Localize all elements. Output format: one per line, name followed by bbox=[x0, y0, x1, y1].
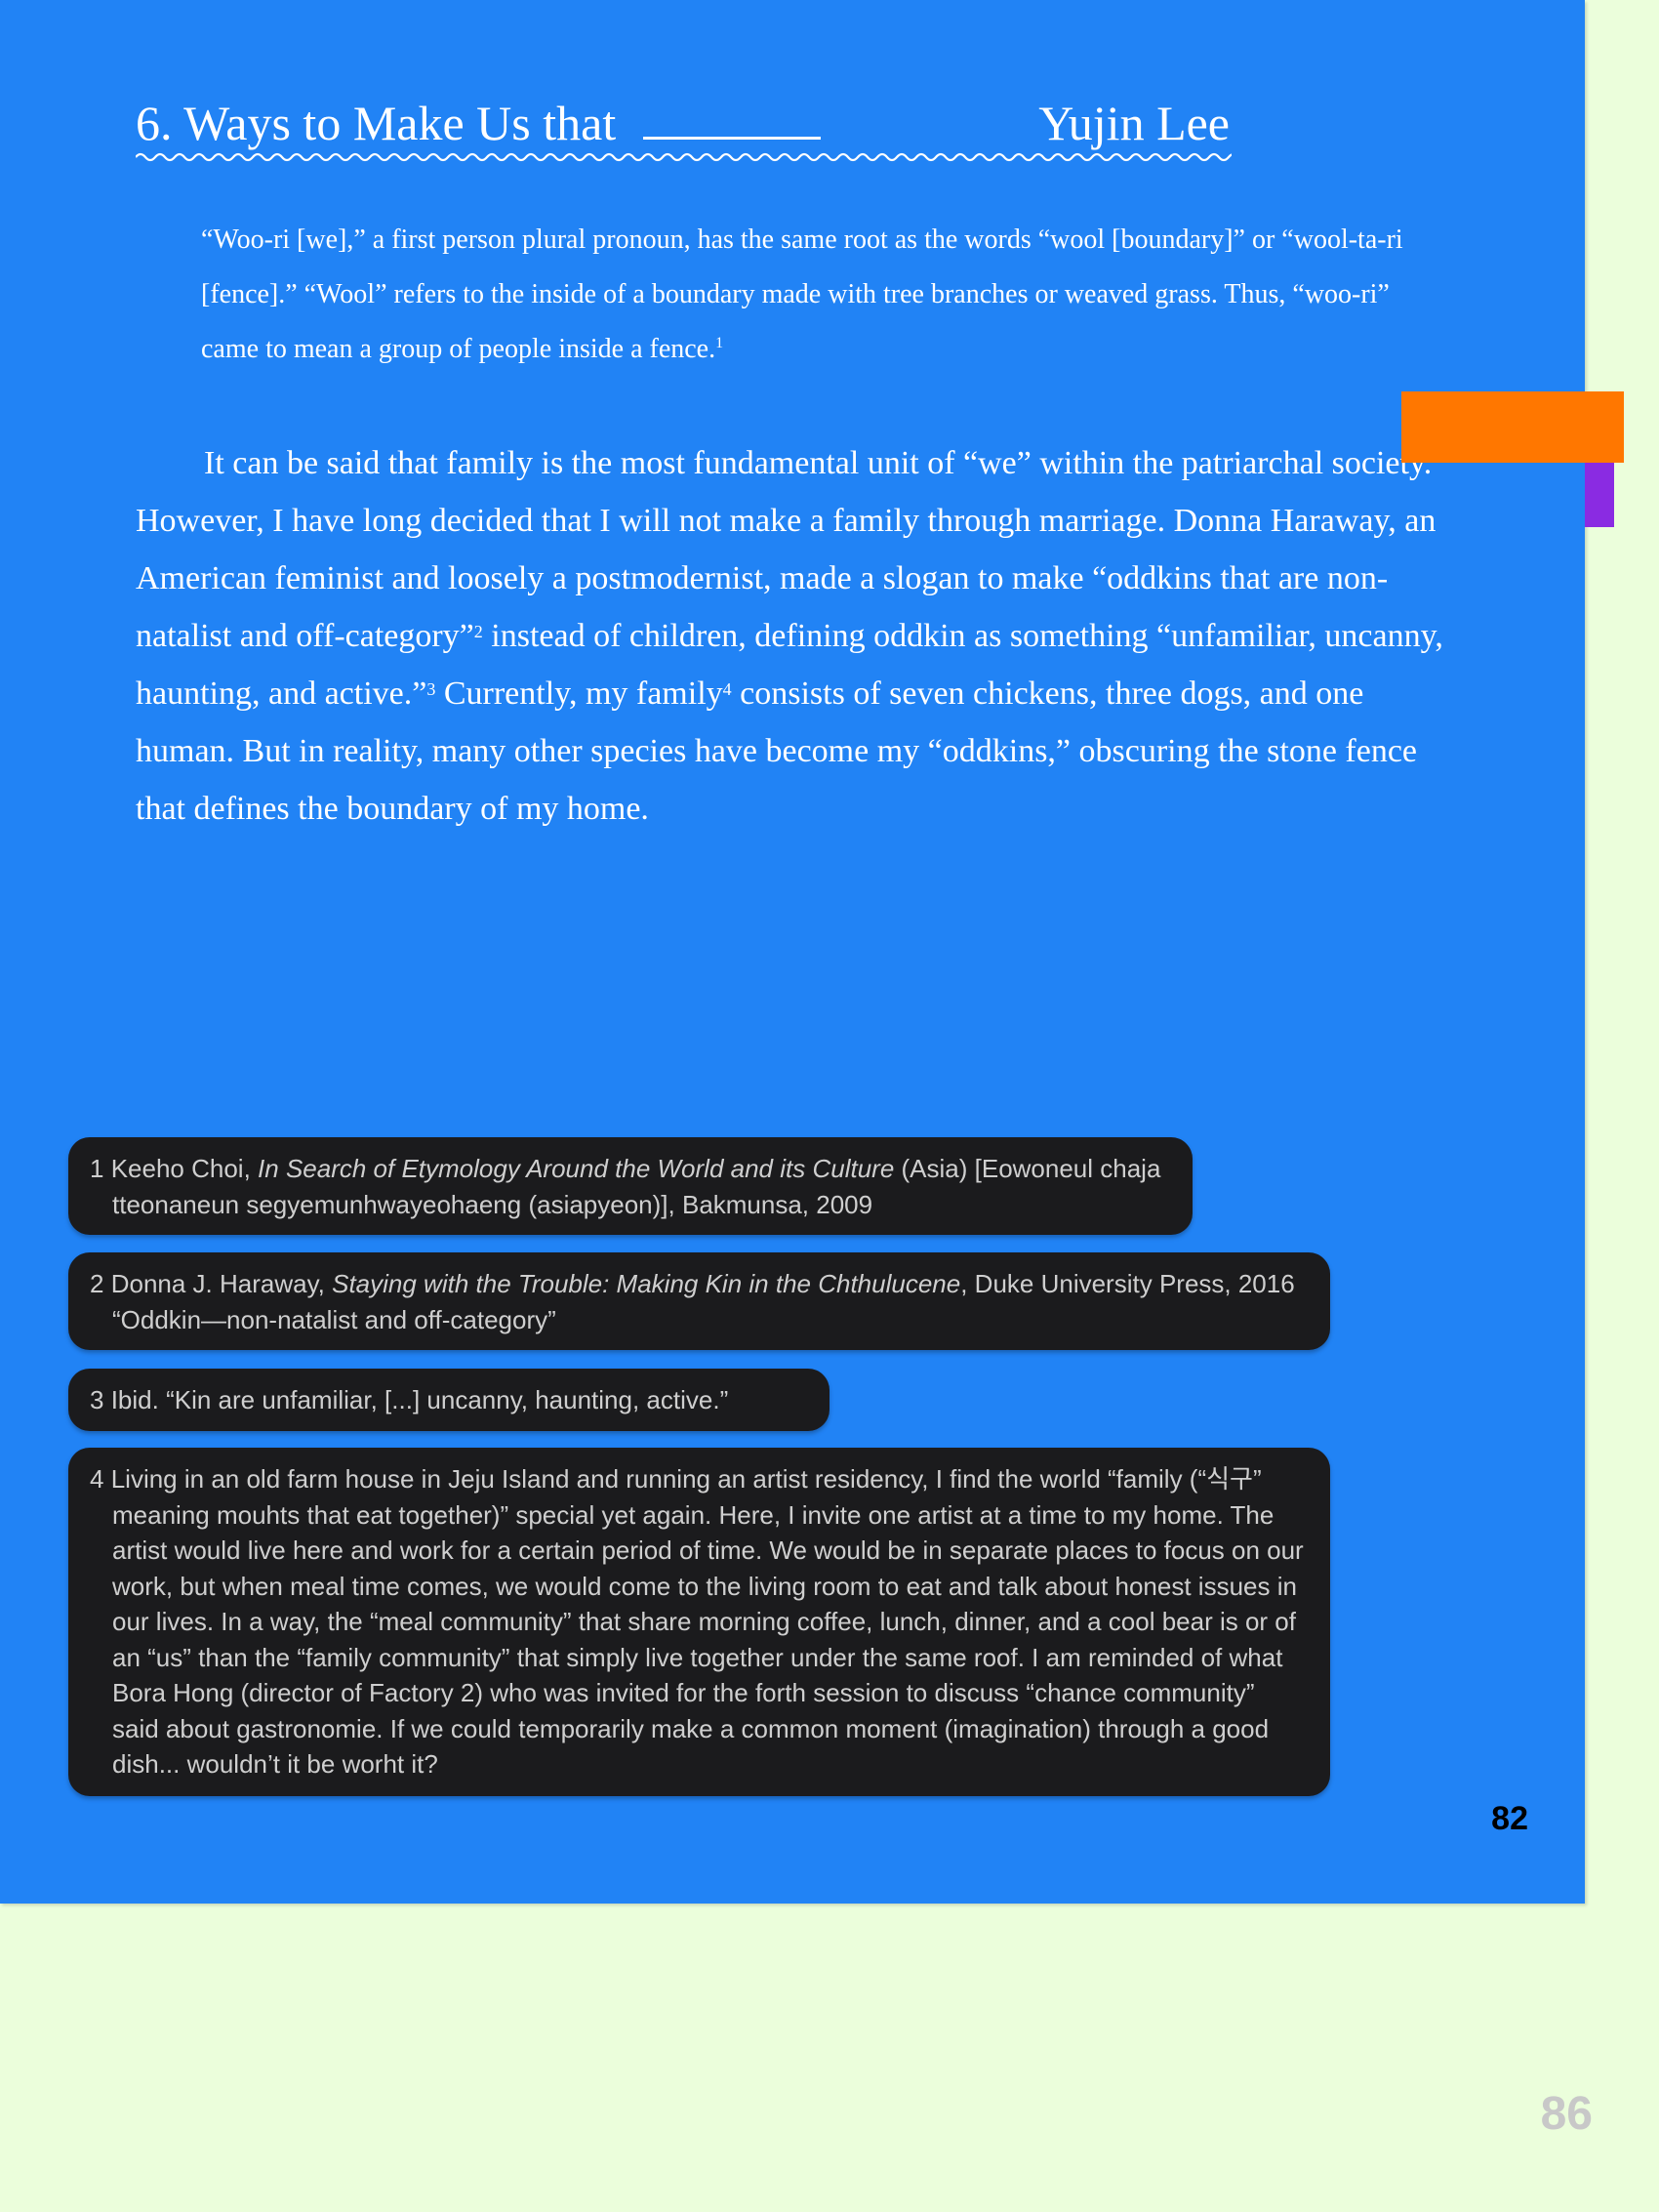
footnote-text: Donna J. Haraway, bbox=[110, 1269, 333, 1298]
body-text-part: Currently, my family bbox=[435, 676, 723, 712]
epigraph-text: “Woo-ri [we],” a first person plural pro… bbox=[201, 225, 1403, 364]
title-blank-line bbox=[643, 137, 821, 140]
body-paragraph: It can be said that family is the most f… bbox=[136, 434, 1443, 838]
footnote-2: 2 Donna J. Haraway, Staying with the Tro… bbox=[68, 1252, 1330, 1350]
footnote-4: 4 Living in an old farm house in Jeju Is… bbox=[68, 1448, 1330, 1796]
footnote-number: 3 bbox=[90, 1385, 104, 1414]
outer-page-number: 86 bbox=[1540, 2088, 1593, 2140]
footnote-italic-title: In Search of Etymology Around the World … bbox=[258, 1154, 895, 1183]
footnote-marker: 3 bbox=[426, 679, 436, 699]
author-name: Yujin Lee bbox=[1038, 96, 1230, 150]
footnote-1: 1 Keeho Choi, In Search of Etymology Aro… bbox=[68, 1137, 1193, 1235]
footnote-text: Ibid. “Kin are unfamiliar, [...] uncanny… bbox=[110, 1385, 729, 1414]
footnote-number: 4 bbox=[90, 1464, 104, 1494]
footnote-marker: 2 bbox=[473, 622, 483, 641]
footnote-number: 1 bbox=[90, 1154, 104, 1183]
footnote-text: Living in an old farm house in Jeju Isla… bbox=[110, 1464, 1304, 1779]
footnote-number: 2 bbox=[90, 1269, 104, 1298]
title-text: 6. Ways to Make Us that bbox=[136, 96, 617, 150]
orange-bookmark-tab bbox=[1401, 391, 1624, 463]
footnote-marker: 4 bbox=[722, 679, 732, 699]
footnote-text: Keeho Choi, bbox=[110, 1154, 259, 1183]
epigraph: “Woo-ri [we],” a first person plural pro… bbox=[201, 213, 1440, 377]
footnote-marker: 1 bbox=[715, 335, 724, 351]
page-title: 6. Ways to Make Us that Yujin Lee bbox=[136, 94, 1232, 164]
footnote-italic-title: Staying with the Trouble: Making Kin in … bbox=[332, 1269, 961, 1298]
wavy-underline bbox=[136, 152, 1232, 162]
page-number: 82 bbox=[1491, 1800, 1528, 1837]
purple-bookmark-tab bbox=[1585, 463, 1614, 527]
document-page: 6. Ways to Make Us that Yujin Lee “Woo-r… bbox=[0, 0, 1585, 1904]
footnote-3: 3 Ibid. “Kin are unfamiliar, [...] uncan… bbox=[68, 1369, 830, 1431]
